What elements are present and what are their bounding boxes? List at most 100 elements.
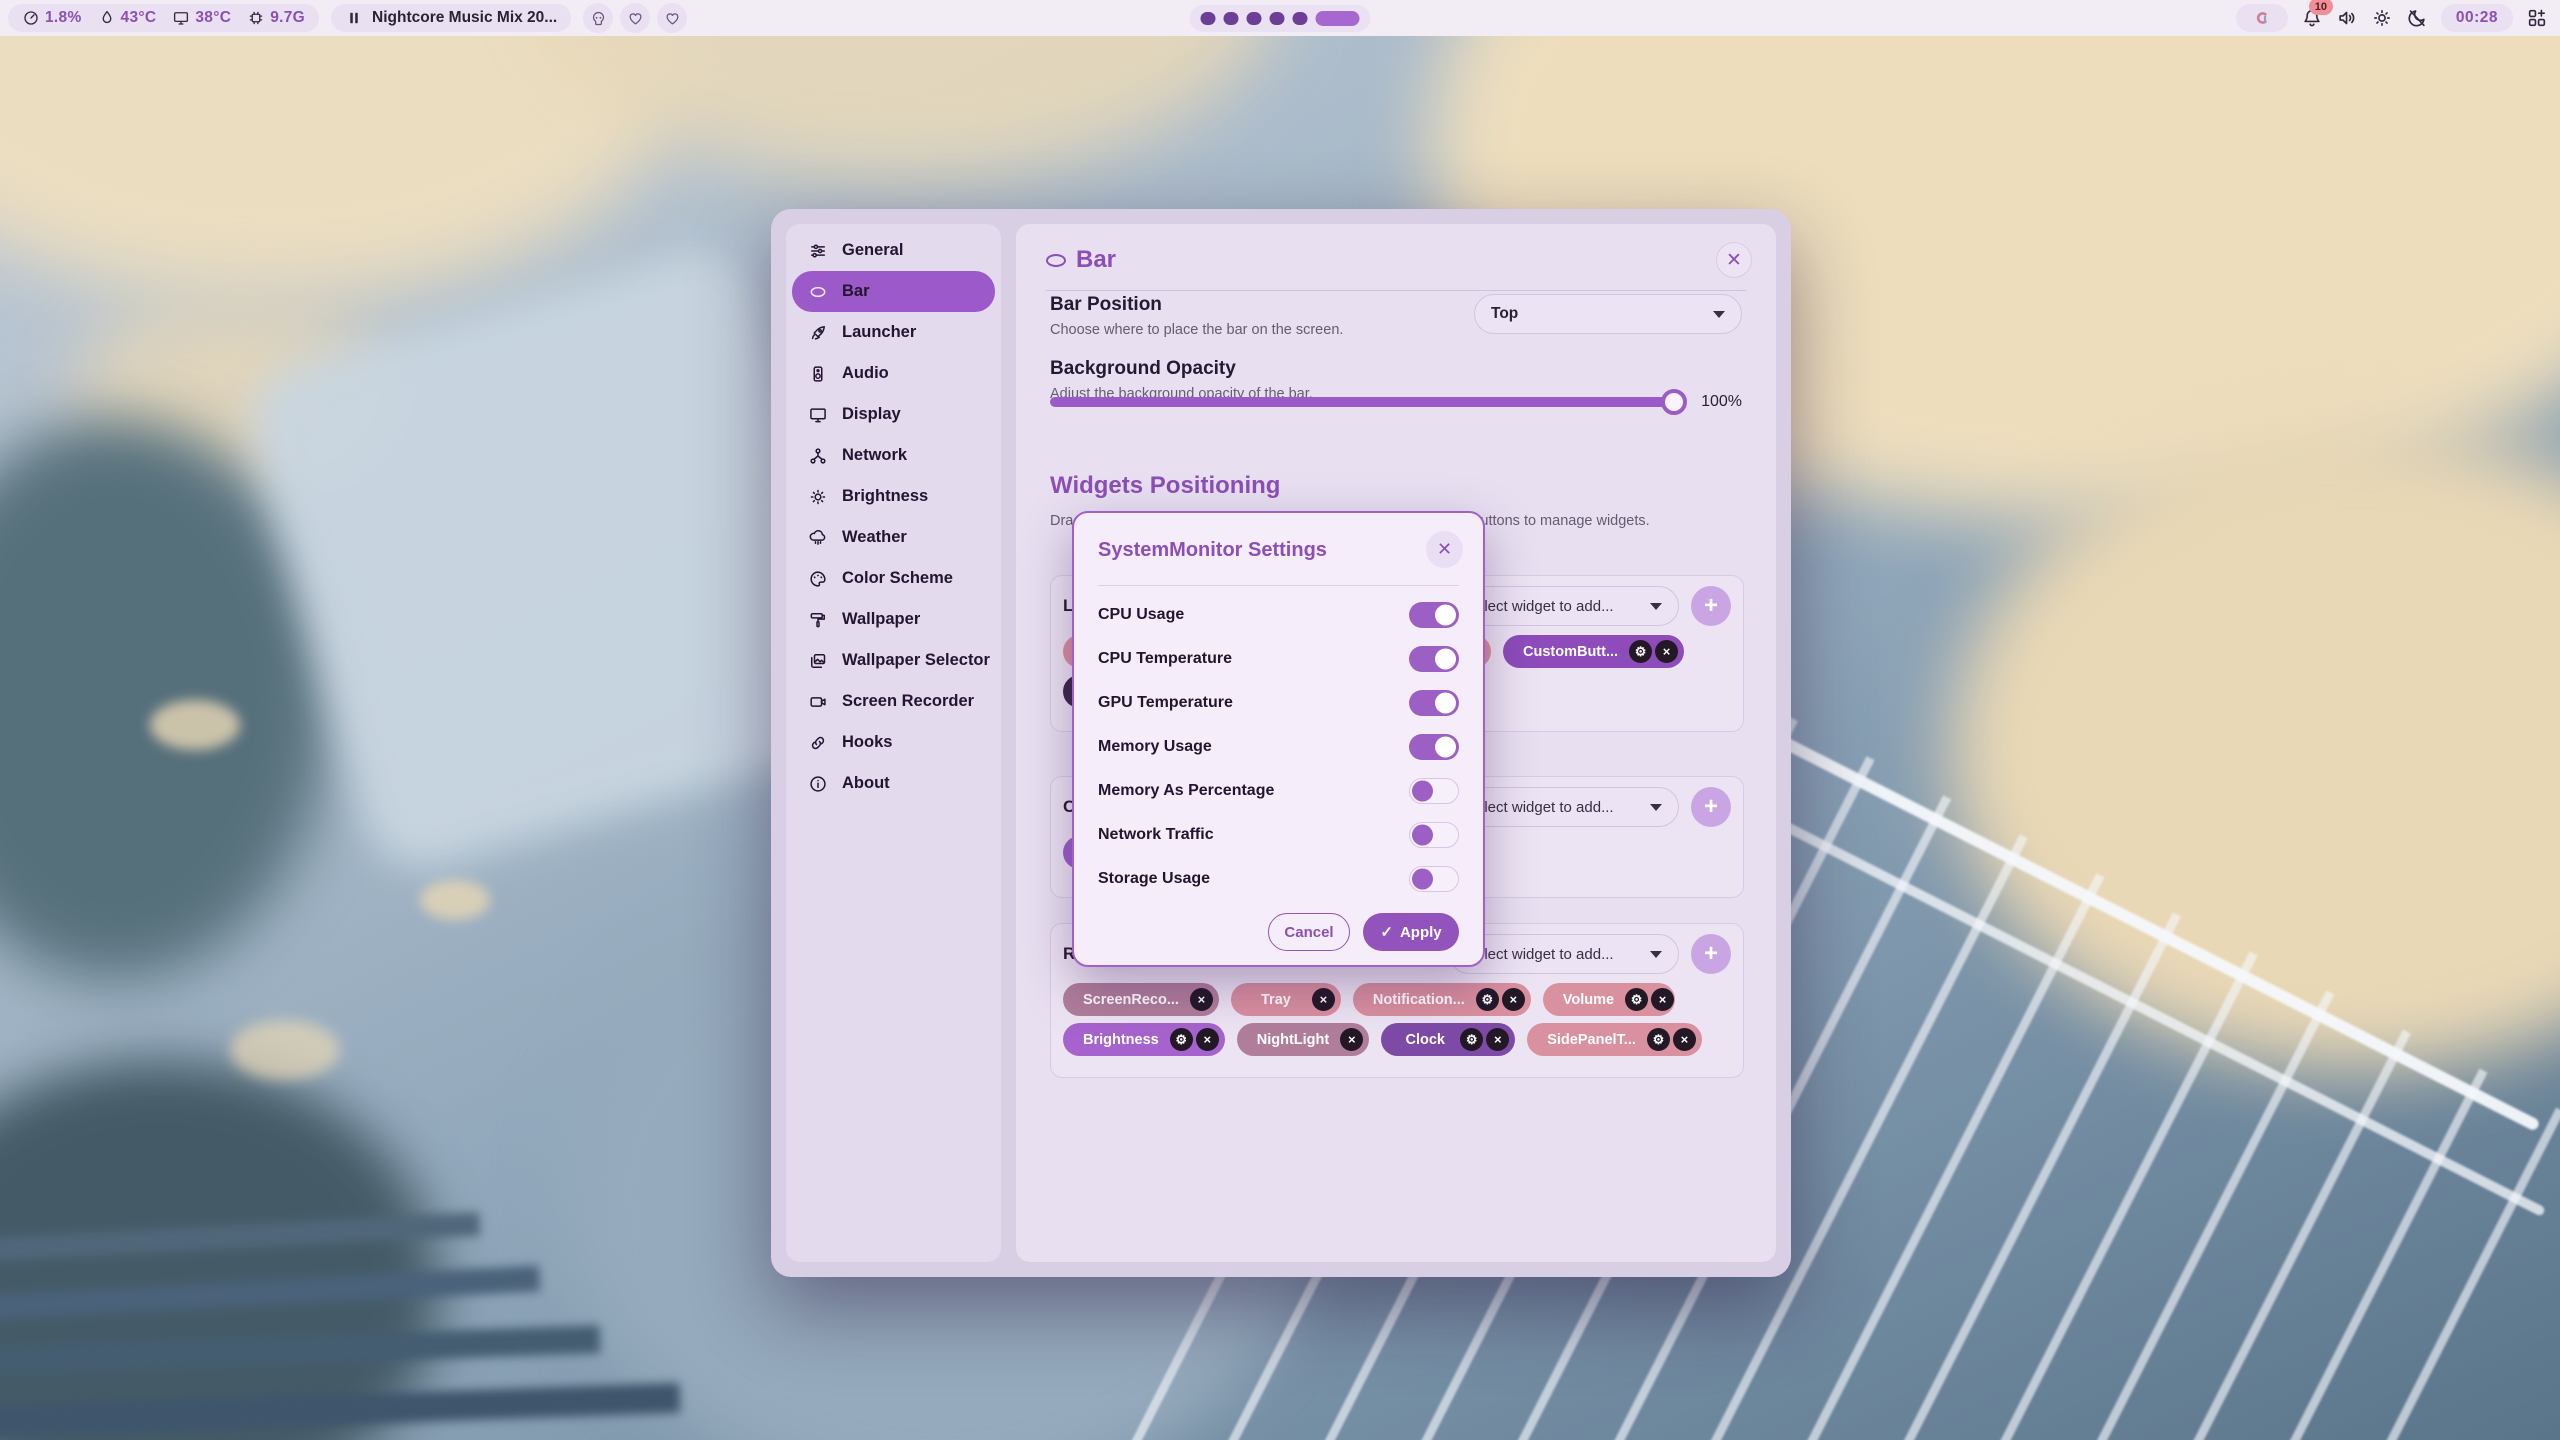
workspace-active[interactable] [1316,11,1360,26]
chip-settings-button[interactable]: ⚙ [1170,1028,1193,1051]
background-opacity-slider[interactable] [1050,397,1685,407]
images-icon [808,651,828,671]
heart-icon [627,10,644,27]
chip-settings-button[interactable]: ⚙ [1629,640,1652,663]
volume-icon[interactable] [2336,7,2358,29]
close-icon: × [1659,992,1667,1007]
system-tray[interactable] [2236,4,2288,32]
pause-icon[interactable] [345,9,363,27]
sidebar-item-display[interactable]: Display [792,394,995,435]
widget-chip-clock[interactable]: Clock⚙× [1381,1023,1515,1056]
sidebar-item-color-scheme[interactable]: Color Scheme [792,558,995,599]
tray-app-icon[interactable] [2252,8,2272,28]
toggle-row-cpu-temperature: CPU Temperature [1098,637,1459,681]
nightlight-off-icon[interactable] [2406,7,2428,29]
chip-icon [247,9,265,27]
plus-icon: + [1704,940,1718,968]
notifications-button[interactable]: 10 [2301,7,2323,29]
toggle-switch[interactable] [1409,778,1459,804]
modal-close-button[interactable]: ✕ [1426,531,1463,568]
toggle-switch[interactable] [1409,866,1459,892]
weather-icon [808,528,828,548]
chip-remove-button[interactable]: × [1673,1028,1696,1051]
chip-remove-button[interactable]: × [1651,988,1674,1011]
system-stats-pill[interactable]: 1.8%43°C38°C9.7G [8,4,319,32]
add-widget-button[interactable]: + [1691,934,1731,974]
chip-settings-button[interactable]: ⚙ [1476,988,1499,1011]
widget-chip-nightlight[interactable]: NightLight× [1237,1023,1369,1056]
toggle-row-memory-usage: Memory Usage [1098,725,1459,769]
sidebar-item-wallpaper-selector[interactable]: Wallpaper Selector [792,640,995,681]
toggle-switch[interactable] [1409,646,1459,672]
toggle-switch[interactable] [1409,822,1459,848]
media-player-pill[interactable]: Nightcore Music Mix 20... [331,4,571,32]
widget-chip-brightness[interactable]: Brightness⚙× [1063,1023,1225,1056]
brightness-icon[interactable] [2371,7,2393,29]
toggle-switch[interactable] [1409,602,1459,628]
info-icon [808,774,828,794]
clock[interactable]: 00:28 [2441,4,2513,32]
chip-settings-button[interactable]: ⚙ [1460,1028,1483,1051]
network-icon [808,446,828,466]
workspace-dot[interactable] [1247,12,1262,25]
widget-chip-sidepanelt[interactable]: SidePanelT... ⚙ × [1527,1023,1702,1056]
workspaces-indicator[interactable] [1190,5,1371,32]
sidebar-item-label: Screen Recorder [842,692,974,711]
chip-remove-button[interactable]: × [1190,988,1213,1011]
sidebar-item-bar[interactable]: Bar [792,271,995,312]
settings-sidebar: GeneralBarLauncherAudioDisplayNetworkBri… [786,224,1001,1262]
heart-button[interactable] [620,3,650,33]
chip-settings-button[interactable]: ⚙ [1625,988,1648,1011]
sidebar-item-general[interactable]: General [792,230,995,271]
toggle-switch[interactable] [1409,690,1459,716]
widget-chip-volume[interactable]: Volume⚙× [1543,983,1675,1016]
bar-position-value: Top [1491,305,1703,323]
sidebar-item-label: Wallpaper Selector [842,651,990,670]
apply-button[interactable]: ✓ Apply [1363,913,1459,951]
chevron-down-icon [1650,804,1662,811]
widget-chip-notification[interactable]: Notification...⚙× [1353,983,1531,1016]
sidebar-item-label: Wallpaper [842,610,920,629]
chip-remove-button[interactable]: × [1486,1028,1509,1051]
chip-remove-button[interactable]: × [1340,1028,1363,1051]
sidebar-item-weather[interactable]: Weather [792,517,995,558]
gear-icon: ⚙ [1466,1032,1478,1048]
widget-chip-tray[interactable]: Tray× [1231,983,1341,1016]
dashboard-plus-icon[interactable] [2526,7,2548,29]
sidebar-item-about[interactable]: About [792,763,995,804]
sidebar-item-network[interactable]: Network [792,435,995,476]
close-settings-button[interactable]: ✕ [1716,242,1752,278]
cancel-button[interactable]: Cancel [1268,913,1350,951]
sidebar-item-audio[interactable]: Audio [792,353,995,394]
toggle-label: Memory Usage [1098,738,1212,756]
sidebar-item-screen-recorder[interactable]: Screen Recorder [792,681,995,722]
bar-position-select[interactable]: Top [1474,294,1742,334]
workspace-dot[interactable] [1293,12,1308,25]
widget-chip-custombutt[interactable]: CustomButt...⚙× [1503,635,1684,668]
chip-remove-button[interactable]: × [1312,988,1335,1011]
sidebar-item-wallpaper[interactable]: Wallpaper [792,599,995,640]
chip-remove-button[interactable]: × [1502,988,1525,1011]
add-widget-button[interactable]: + [1691,586,1731,626]
chip-remove-button[interactable]: × [1196,1028,1219,1051]
workspace-dot[interactable] [1270,12,1285,25]
gear-icon: ⚙ [1653,1032,1665,1048]
gauge-icon [22,9,40,27]
chip-label: SidePanelT... [1547,1032,1636,1048]
sidebar-item-brightness[interactable]: Brightness [792,476,995,517]
widget-chip-screenreco[interactable]: ScreenReco...× [1063,983,1219,1016]
workspace-dot[interactable] [1201,12,1216,25]
sidebar-item-launcher[interactable]: Launcher [792,312,995,353]
skull-button[interactable] [583,3,613,33]
sidebar-item-hooks[interactable]: Hooks [792,722,995,763]
chip-settings-button[interactable]: ⚙ [1647,1028,1670,1051]
chip-remove-button[interactable]: × [1655,640,1678,663]
add-widget-button[interactable]: + [1691,787,1731,827]
slider-knob[interactable] [1661,389,1687,415]
toggle-switch[interactable] [1409,734,1459,760]
toggle-row-cpu-usage: CPU Usage [1098,593,1459,637]
workspace-dot[interactable] [1224,12,1239,25]
heart-button[interactable] [657,3,687,33]
brightness-icon [808,487,828,507]
chevron-down-icon [1713,311,1725,318]
